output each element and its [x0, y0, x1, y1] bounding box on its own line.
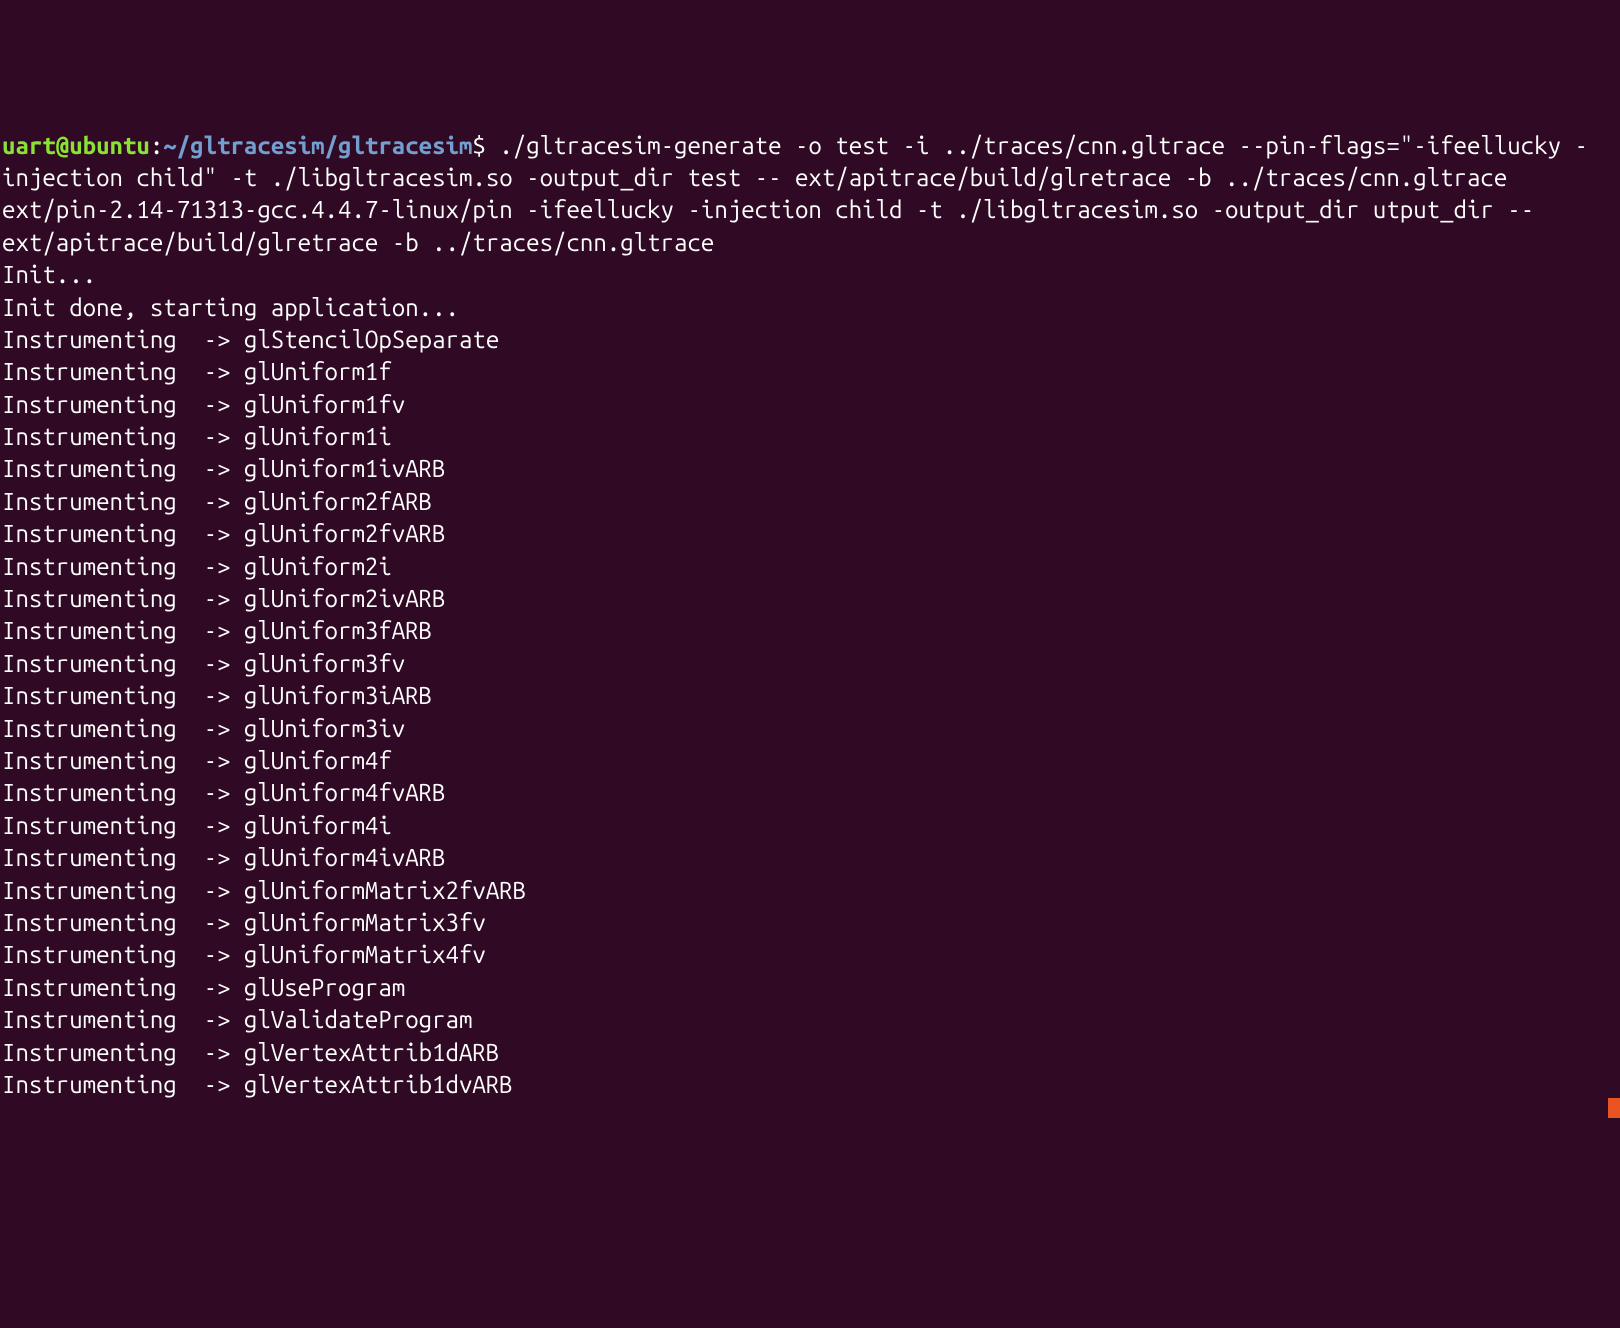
- output-line: Instrumenting -> glUniform4f: [2, 747, 392, 774]
- prompt-separator: :: [150, 132, 163, 159]
- output-line: Instrumenting -> glValidateProgram: [2, 1006, 472, 1033]
- output-line: Instrumenting -> glUniform3fARB: [2, 617, 432, 644]
- output-line: Instrumenting -> glUniform1f: [2, 358, 392, 385]
- output-line: Instrumenting -> glUniform4fvARB: [2, 779, 446, 806]
- output-line: Instrumenting -> glUniform3iv: [2, 715, 405, 742]
- output-line: Instrumenting -> glUniform2fvARB: [2, 520, 446, 547]
- output-line: Instrumenting -> glUniformMatrix3fv: [2, 909, 486, 936]
- output-line: Instrumenting -> glUniform2i: [2, 553, 392, 580]
- output-line: Instrumenting -> glStencilOpSeparate: [2, 326, 499, 353]
- output-line: ext/pin-2.14-71313-gcc.4.4.7-linux/pin -…: [2, 196, 1548, 255]
- output-line: Instrumenting -> glUniform4i: [2, 812, 392, 839]
- output-line: Instrumenting -> glUniform3iARB: [2, 682, 432, 709]
- prompt-symbol: $: [472, 132, 485, 159]
- output-line: Instrumenting -> glUniformMatrix4fv: [2, 941, 486, 968]
- output-line: Instrumenting -> glUniform1fv: [2, 391, 405, 418]
- output-line: Instrumenting -> glUseProgram: [2, 974, 405, 1001]
- output-line: Instrumenting -> glUniform4ivARB: [2, 844, 446, 871]
- terminal-output[interactable]: uart@ubuntu:~/gltracesim/gltracesim$ ./g…: [0, 130, 1620, 1102]
- output-line: Instrumenting -> glUniform3fv: [2, 650, 405, 677]
- prompt-path: ~/gltracesim/gltracesim: [163, 132, 472, 159]
- output-line: Instrumenting -> glVertexAttrib1dvARB: [2, 1071, 513, 1098]
- scrollbar-thumb[interactable]: [1608, 1098, 1620, 1118]
- output-line: Instrumenting -> glUniform1i: [2, 423, 392, 450]
- output-line: Instrumenting -> glVertexAttrib1dARB: [2, 1039, 499, 1066]
- prompt-user: uart@ubuntu: [2, 132, 150, 159]
- output-line: Instrumenting -> glUniform1ivARB: [2, 455, 446, 482]
- output-line: Instrumenting -> glUniformMatrix2fvARB: [2, 877, 526, 904]
- output-line: Instrumenting -> glUniform2ivARB: [2, 585, 446, 612]
- output-line: Init...: [2, 261, 96, 288]
- output-line: Instrumenting -> glUniform2fARB: [2, 488, 432, 515]
- output-line: Init done, starting application...: [2, 294, 459, 321]
